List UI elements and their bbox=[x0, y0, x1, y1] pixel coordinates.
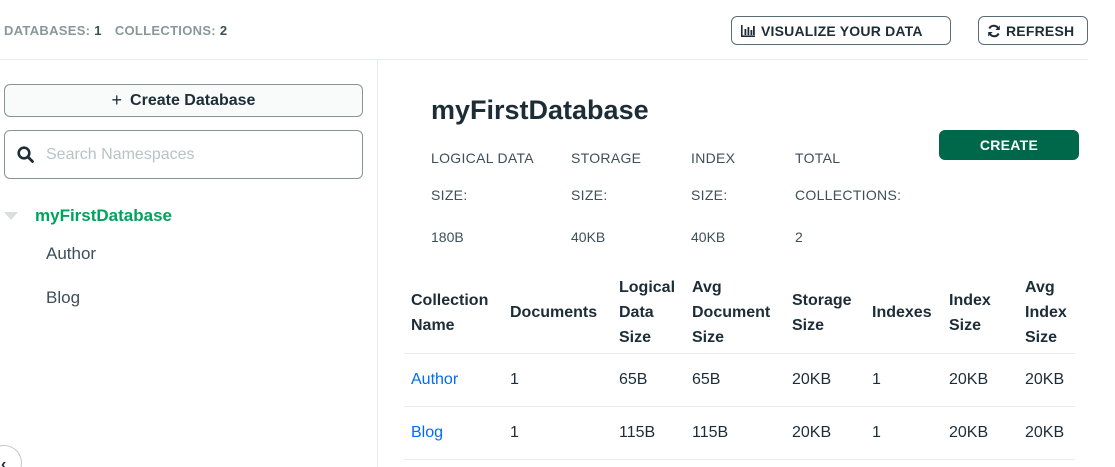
stat-storage-size: STORAGE SIZE: 40KB bbox=[571, 140, 641, 248]
search-namespaces-input[interactable] bbox=[46, 145, 346, 164]
table-cell: 20KB bbox=[785, 406, 865, 460]
table-cell: 20KB bbox=[1018, 353, 1075, 407]
visualize-data-button[interactable]: VISUALIZE YOUR DATA bbox=[731, 16, 951, 45]
header-documents[interactable]: Documents bbox=[503, 273, 612, 354]
plus-icon: + bbox=[111, 90, 123, 110]
refresh-button[interactable]: REFRESH bbox=[978, 16, 1088, 45]
refresh-icon bbox=[988, 24, 1000, 37]
caret-down-icon[interactable] bbox=[4, 212, 18, 220]
search-icon bbox=[17, 146, 34, 163]
databases-label: DATABASES: bbox=[4, 23, 91, 38]
table-cell: 1 bbox=[865, 353, 942, 407]
table-cell: Blog bbox=[404, 406, 503, 460]
sidebar: + Create Database myFirstDatabase Author… bbox=[0, 60, 378, 467]
table-header-row: Collection Name Documents Logical Data S… bbox=[404, 273, 1075, 354]
stat-label: SIZE: bbox=[571, 187, 608, 203]
collection-link-blog[interactable]: Blog bbox=[411, 424, 443, 441]
stat-label: COLLECTIONS: bbox=[795, 187, 902, 203]
table-row: Author 1 65B 65B 20KB 1 20KB 20KB bbox=[404, 353, 1075, 407]
page-title: myFirstDatabase bbox=[431, 95, 649, 125]
sidebar-item-blog[interactable]: Blog bbox=[0, 276, 378, 320]
table-cell: 1 bbox=[865, 406, 942, 460]
stat-label: TOTAL bbox=[795, 150, 841, 166]
stat-value: 40KB bbox=[691, 229, 726, 245]
header-storage-size[interactable]: Storage Size bbox=[785, 273, 865, 354]
databases-count: 1 bbox=[94, 23, 102, 38]
table-row: Blog 1 115B 115B 20KB 1 20KB 20KB bbox=[404, 406, 1075, 460]
header-avg-document-size[interactable]: Avg Document Size bbox=[685, 273, 785, 354]
header-collection-name[interactable]: Collection Name bbox=[404, 273, 503, 354]
stat-label: INDEX bbox=[691, 150, 736, 166]
stat-label: LOGICAL DATA bbox=[431, 150, 534, 166]
table-cell: 20KB bbox=[1018, 406, 1075, 460]
table-cell: 20KB bbox=[785, 353, 865, 407]
collection-link-author[interactable]: Author bbox=[411, 371, 458, 388]
header-index-size[interactable]: Index Size bbox=[942, 273, 1018, 354]
visualize-data-label: VISUALIZE YOUR DATA bbox=[761, 22, 923, 39]
stat-value: 40KB bbox=[571, 229, 606, 245]
database-name: myFirstDatabase bbox=[35, 206, 173, 225]
collections-table: Collection Name Documents Logical Data S… bbox=[404, 273, 1075, 460]
stat-index-size: INDEX SIZE: 40KB bbox=[691, 140, 735, 248]
table-cell: 65B bbox=[612, 353, 685, 407]
create-database-label: Create Database bbox=[130, 91, 256, 109]
create-collection-button[interactable]: CREATE bbox=[939, 130, 1079, 160]
search-namespaces-field[interactable] bbox=[4, 130, 363, 179]
header-logical-data-size[interactable]: Logical Data Size bbox=[612, 273, 685, 354]
database-item[interactable]: myFirstDatabase bbox=[0, 200, 378, 232]
stat-label: SIZE: bbox=[431, 187, 468, 203]
bar-chart-icon bbox=[741, 24, 755, 37]
sidebar-item-author[interactable]: Author bbox=[0, 232, 378, 276]
stat-total-collections: TOTAL COLLECTIONS: 2 bbox=[795, 140, 901, 248]
header-avg-index-size[interactable]: Avg Index Size bbox=[1018, 273, 1075, 354]
database-tree: myFirstDatabase Author Blog bbox=[0, 200, 378, 320]
stat-logical-data-size: LOGICAL DATA SIZE: 180B bbox=[431, 140, 534, 248]
table-cell: Author bbox=[404, 353, 503, 407]
create-database-button[interactable]: + Create Database bbox=[4, 84, 363, 117]
main-panel: myFirstDatabase CREATE LOGICAL DATA SIZE… bbox=[378, 60, 1115, 467]
chevron-left-icon: ‹ bbox=[1, 456, 7, 467]
table-cell: 20KB bbox=[942, 353, 1018, 407]
table-cell: 20KB bbox=[942, 406, 1018, 460]
table-cell: 65B bbox=[685, 353, 785, 407]
cluster-stats: DATABASES: 1 COLLECTIONS: 2 bbox=[4, 23, 227, 38]
stat-value: 180B bbox=[431, 229, 464, 245]
header-indexes[interactable]: Indexes bbox=[865, 273, 942, 354]
table-cell: 1 bbox=[503, 353, 612, 407]
table-cell: 1 bbox=[503, 406, 612, 460]
collapse-sidebar-button[interactable]: ‹ bbox=[0, 445, 22, 467]
stat-label: SIZE: bbox=[691, 187, 728, 203]
table-cell: 115B bbox=[612, 406, 685, 460]
table-cell: 115B bbox=[685, 406, 785, 460]
top-bar: DATABASES: 1 COLLECTIONS: 2 VISUALIZE YOUR … bbox=[0, 0, 1088, 60]
refresh-label: REFRESH bbox=[1006, 22, 1075, 39]
stat-value: 2 bbox=[795, 229, 803, 245]
collections-count: 2 bbox=[219, 23, 228, 38]
stat-label: STORAGE bbox=[571, 150, 642, 166]
collections-label: COLLECTIONS: bbox=[114, 23, 216, 38]
